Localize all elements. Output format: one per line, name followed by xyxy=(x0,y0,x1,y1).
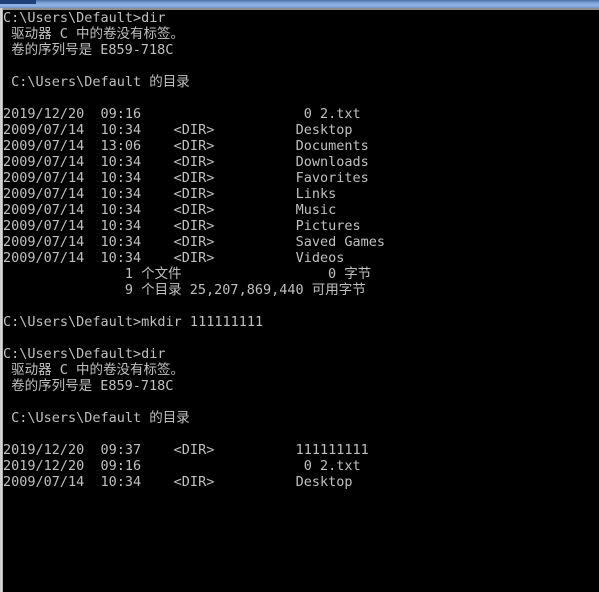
console-line: 卷的序列号是 E859-718C xyxy=(3,42,174,58)
console-line: 2009/07/14 13:06 <DIR> Documents xyxy=(3,138,369,154)
console-line: 驱动器 C 中的卷没有标签。 xyxy=(3,362,185,378)
window-titlebar[interactable] xyxy=(0,0,599,8)
titlebar-accent xyxy=(0,0,36,4)
console-line: 2019/12/20 09:37 <DIR> 111111111 xyxy=(3,442,369,458)
console-line: 2009/07/14 10:34 <DIR> Videos xyxy=(3,250,345,266)
console-line: 2019/12/20 09:16 0 2.txt xyxy=(3,106,361,122)
console-line: 卷的序列号是 E859-718C xyxy=(3,378,174,394)
console-line: 2009/07/14 10:34 <DIR> Links xyxy=(3,186,337,202)
window-frame-top xyxy=(0,8,599,10)
console-line: C:\Users\Default>dir xyxy=(3,346,166,362)
console-line: C:\Users\Default>mkdir 111111111 xyxy=(3,314,264,330)
console-line: 2009/07/14 10:34 <DIR> Pictures xyxy=(3,218,361,234)
command-prompt-window: C:\Users\Default>dir 驱动器 C 中的卷没有标签。 卷的序列… xyxy=(0,0,599,592)
console-line: 2019/12/20 09:16 0 2.txt xyxy=(3,458,361,474)
console-line: 2009/07/14 10:34 <DIR> Downloads xyxy=(3,154,369,170)
console-text-area[interactable]: C:\Users\Default>dir 驱动器 C 中的卷没有标签。 卷的序列… xyxy=(3,10,599,592)
console-line: 驱动器 C 中的卷没有标签。 xyxy=(3,26,185,42)
console-line: 2009/07/14 10:34 <DIR> Desktop xyxy=(3,122,353,138)
console-line: 9 个目录 25,207,869,440 可用字节 xyxy=(3,282,366,298)
console-line: C:\Users\Default>dir xyxy=(3,10,166,26)
console-line: 2009/07/14 10:34 <DIR> Favorites xyxy=(3,170,369,186)
console-line: 2009/07/14 10:34 <DIR> Music xyxy=(3,202,337,218)
console-line: 2009/07/14 10:34 <DIR> Desktop xyxy=(3,474,353,490)
window-frame-left xyxy=(0,8,3,592)
console-line: C:\Users\Default 的目录 xyxy=(3,74,190,90)
console-line: C:\Users\Default 的目录 xyxy=(3,410,190,426)
console-line: 1 个文件 0 字节 xyxy=(3,266,372,282)
console-line: 2009/07/14 10:34 <DIR> Saved Games xyxy=(3,234,386,250)
